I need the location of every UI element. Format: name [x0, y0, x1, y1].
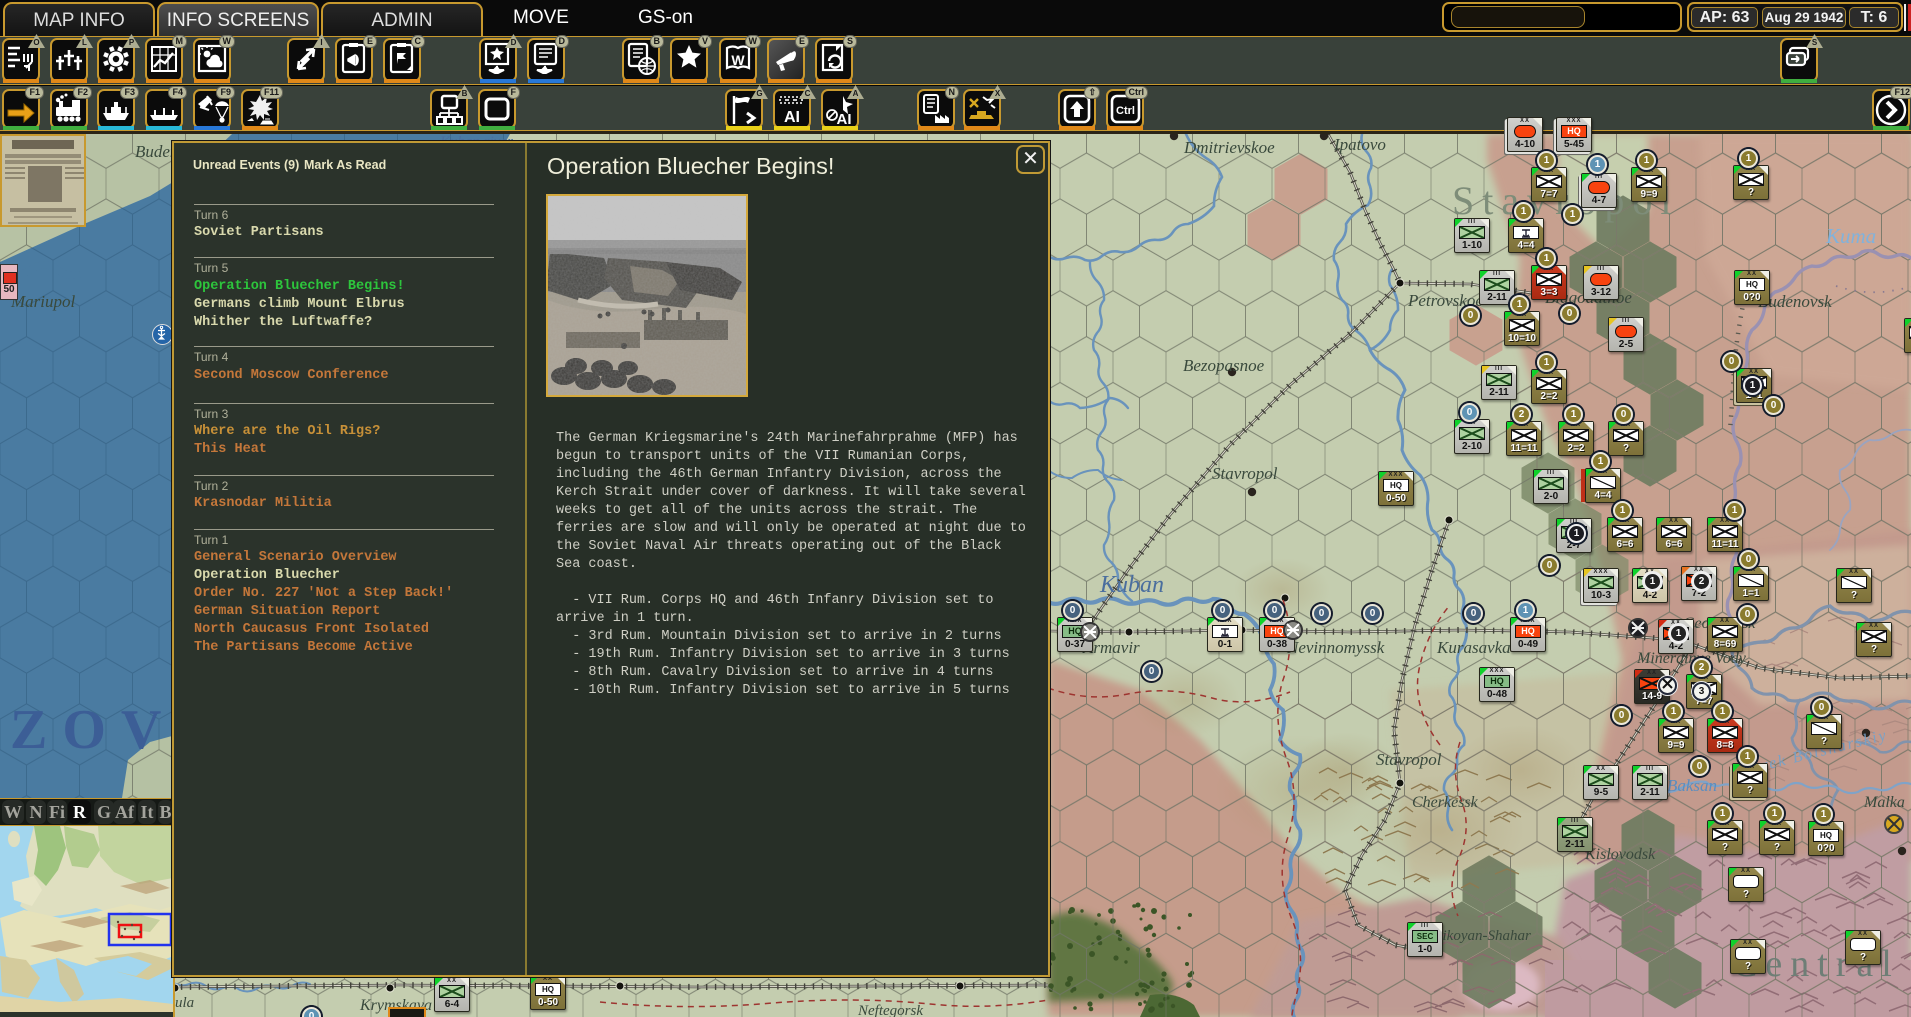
svg-text:Kislovodsk: Kislovodsk [1584, 846, 1656, 863]
svg-text:AI: AI [784, 109, 800, 126]
svg-text:Stavropol: Stavropol [1376, 750, 1442, 769]
svg-text:Neftegorsk: Neftegorsk [857, 1003, 923, 1017]
svg-text:Stavropol: Stavropol [1212, 464, 1278, 483]
svg-text:ZOV: ZOV [10, 699, 176, 761]
svg-text:Nevinnomyssk: Nevinnomyssk [1286, 638, 1385, 657]
svg-text:Cherkessk: Cherkessk [1412, 794, 1479, 811]
svg-text:Baksan: Baksan [1667, 776, 1717, 795]
svg-text:AI: AI [837, 111, 852, 128]
svg-text:Mikoyan-Shahar: Mikoyan-Shahar [1429, 928, 1531, 944]
svg-text:ula: ula [175, 995, 194, 1011]
svg-text:Bezopasnoe: Bezopasnoe [1183, 356, 1265, 375]
svg-text:Malka: Malka [1863, 794, 1905, 811]
svg-text:W: W [731, 52, 745, 68]
svg-text:Ctrl: Ctrl [1116, 105, 1135, 117]
svg-text:Kuma: Kuma [1825, 224, 1876, 248]
svg-text:Dmitrievskoe: Dmitrievskoe [1183, 138, 1275, 157]
svg-text:Buder: Buder [135, 142, 177, 161]
svg-text:Ipatovo: Ipatovo [1333, 135, 1386, 154]
svg-text:Mariupol: Mariupol [10, 292, 76, 311]
svg-text:Kuban: Kuban [1099, 572, 1164, 598]
svg-text:Kurasavka: Kurasavka [1436, 638, 1511, 657]
